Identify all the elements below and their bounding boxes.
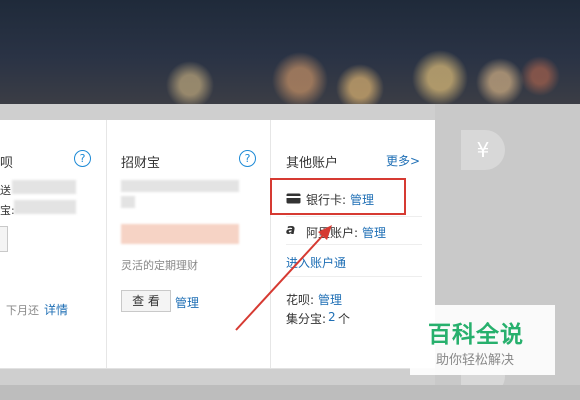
watermark-title: 百科全说 [428,322,524,348]
watermark: 百科全说 助你轻松解决 [410,305,555,375]
watermark-subtitle: 助你轻松解决 [436,353,515,368]
bottom-background [0,385,580,400]
